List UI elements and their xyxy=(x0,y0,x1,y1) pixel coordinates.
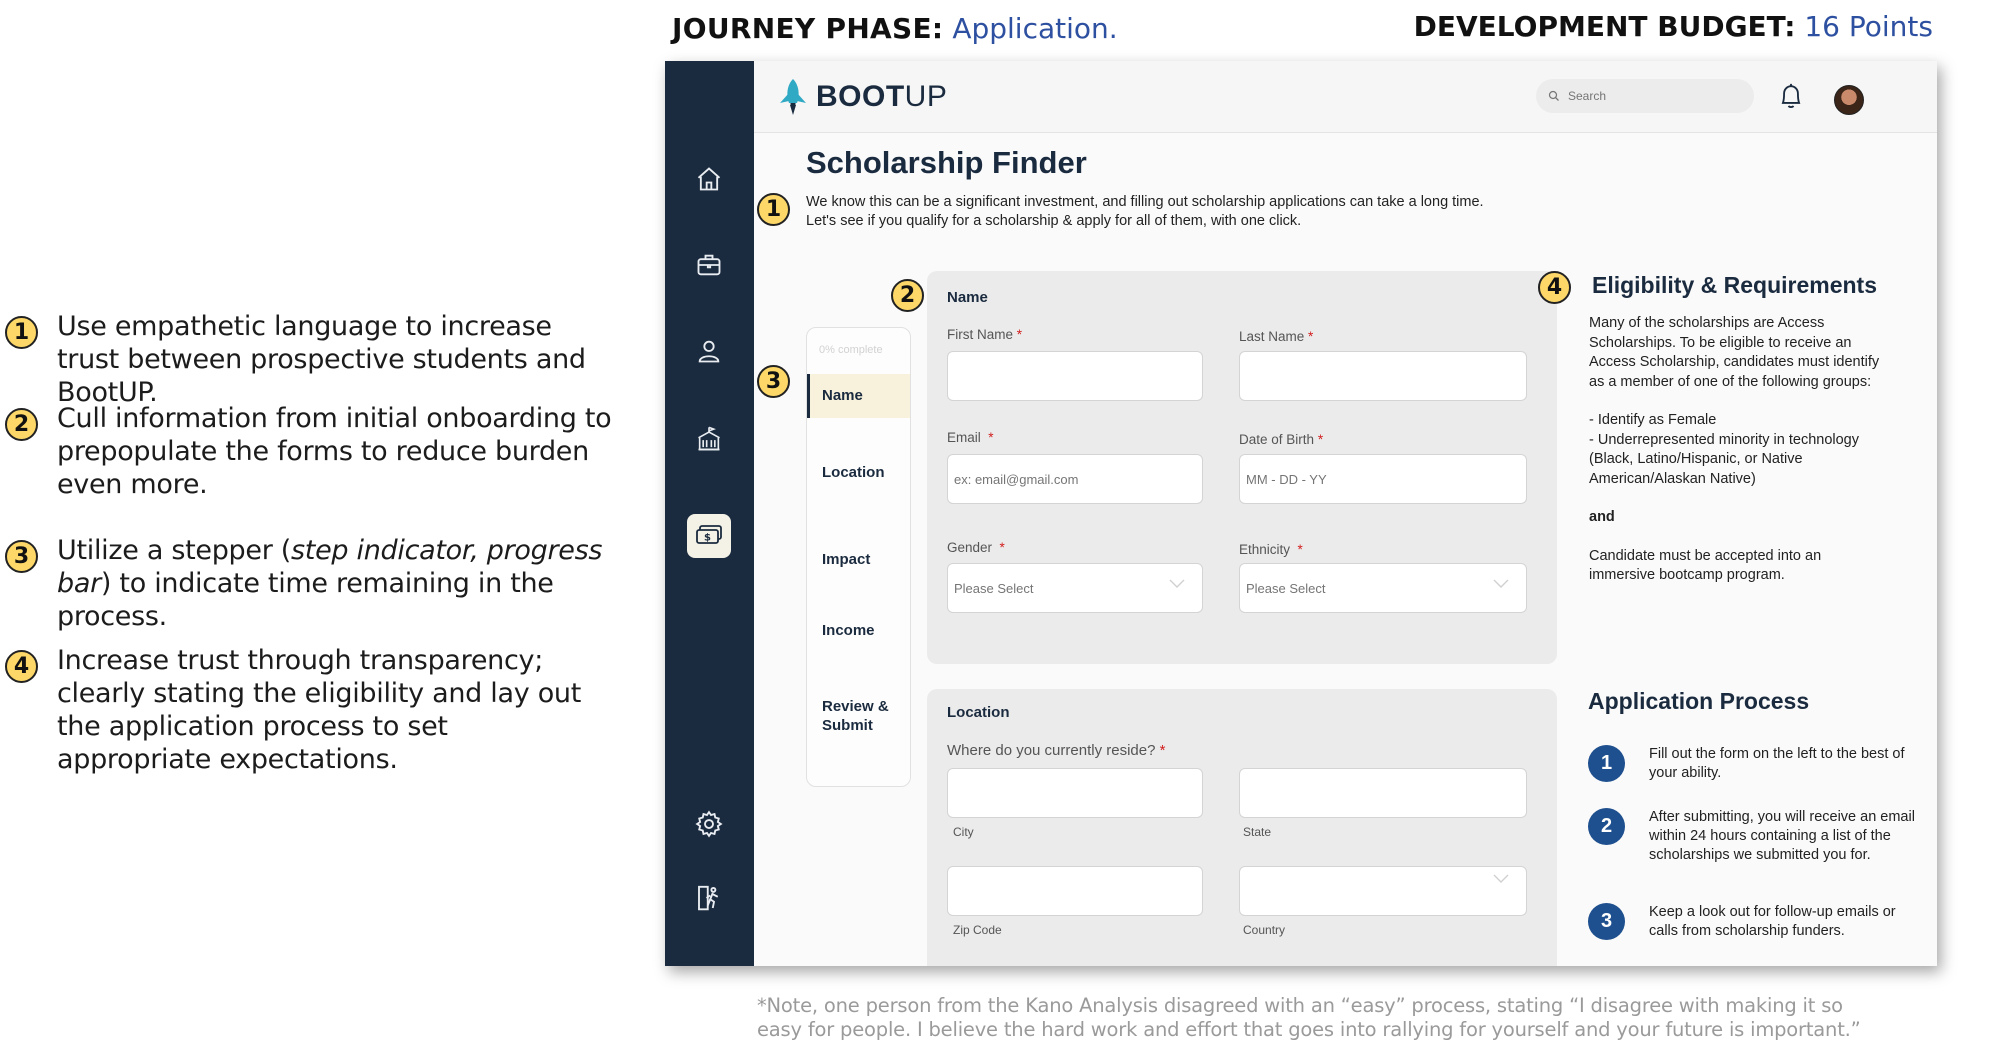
search-icon xyxy=(1548,90,1559,101)
panel-title: Name xyxy=(947,289,988,306)
eligibility-intro: Many of the scholarships are Access Scho… xyxy=(1589,315,1880,390)
school-icon[interactable] xyxy=(687,417,731,461)
side-nav-rail: $ xyxy=(665,61,754,966)
country-select[interactable] xyxy=(1239,866,1527,916)
note-text: Utilize a stepper (step indicator, progr… xyxy=(57,535,603,632)
note-badge: 2 xyxy=(5,408,38,441)
eligibility-title: Eligibility & Requirements xyxy=(1592,272,1877,298)
step-location[interactable]: Location xyxy=(807,464,910,481)
ethnicity-select-input[interactable] xyxy=(1239,563,1527,613)
user-icon[interactable] xyxy=(687,329,731,373)
gender-label: Gender * xyxy=(947,540,1005,555)
note-3: 3 Utilize a stepper (step indicator, pro… xyxy=(5,534,632,633)
search-bar[interactable] xyxy=(1536,79,1754,113)
eligibility-body: Many of the scholarships are Access Scho… xyxy=(1589,314,1889,605)
journey-phase: JOURNEY PHASE: Application. xyxy=(672,12,1118,45)
eligibility-item: - Underrepresented minority in technolog… xyxy=(1589,431,1859,487)
dob-field[interactable] xyxy=(1239,454,1527,504)
note-badge: 3 xyxy=(5,540,38,573)
eligibility-closing: Candidate must be accepted into an immer… xyxy=(1589,547,1822,584)
city-field[interactable] xyxy=(947,768,1203,818)
city-label: City xyxy=(953,825,974,839)
process-step-number: 3 xyxy=(1588,903,1625,940)
footnote: *Note, one person from the Kano Analysis… xyxy=(757,994,1861,1041)
ethnicity-label: Ethnicity * xyxy=(1239,542,1303,557)
first-name-label: First Name * xyxy=(947,327,1023,342)
briefcase-icon[interactable] xyxy=(687,243,731,287)
residence-question: Where do you currently reside? * xyxy=(947,742,1166,759)
step-impact[interactable]: Impact xyxy=(807,551,910,568)
top-bar: BOOTUP xyxy=(754,61,1937,133)
eligibility-and: and xyxy=(1589,509,1615,525)
settings-icon[interactable] xyxy=(687,802,731,846)
svg-text:$: $ xyxy=(704,533,711,544)
gender-select-input[interactable] xyxy=(947,563,1203,613)
step-review-submit[interactable]: Review & Submit xyxy=(807,697,897,735)
state-field[interactable] xyxy=(1239,768,1527,818)
app-screen: $ BOOTUP Scholarship xyxy=(665,61,1937,966)
name-form-panel: 2 Name First Name * Last Name * Email * … xyxy=(891,271,1557,664)
rocket-logo-icon xyxy=(780,79,806,115)
development-budget: DEVELOPMENT BUDGET: 16 Points xyxy=(1414,10,1933,43)
zip-code-label: Zip Code xyxy=(953,923,1002,937)
email-label: Email * xyxy=(947,430,994,445)
page-title: Scholarship Finder xyxy=(806,145,1087,180)
process-step-number: 2 xyxy=(1588,808,1625,845)
development-budget-label: DEVELOPMENT BUDGET: xyxy=(1413,10,1796,43)
country-label: Country xyxy=(1243,923,1286,937)
note-text: Cull information from initial onboarding… xyxy=(57,403,612,500)
bell-icon[interactable] xyxy=(1777,81,1805,116)
process-step-text: Fill out the form on the left to the bes… xyxy=(1649,746,1905,781)
step-name[interactable]: Name xyxy=(807,374,910,418)
journey-phase-label: JOURNEY PHASE: xyxy=(672,12,944,45)
annotation-badge-2: 2 xyxy=(891,279,924,312)
annotation-badge-3: 3 xyxy=(757,365,790,398)
annotation-badge-1: 1 xyxy=(757,193,790,226)
process-step-text: After submitting, you will receive an em… xyxy=(1649,809,1915,863)
eligibility-item: - Identify as Female xyxy=(1589,412,1717,428)
exit-icon[interactable] xyxy=(687,876,731,920)
process-step-text: Keep a look out for follow-up emails or … xyxy=(1649,904,1896,939)
note-badge: 4 xyxy=(5,650,38,683)
money-icon[interactable]: $ xyxy=(687,514,731,558)
logo-wordmark: BOOTUP xyxy=(816,80,948,113)
journey-phase-value: Application. xyxy=(952,12,1118,45)
country-select-input[interactable] xyxy=(1239,866,1527,916)
progress-stepper: 0% complete Name Location Impact Income … xyxy=(806,327,911,787)
chevron-down-icon xyxy=(1493,579,1509,588)
step-income[interactable]: Income xyxy=(807,622,910,639)
zip-code-field[interactable] xyxy=(947,866,1203,916)
note-text: Increase trust through transparency; cle… xyxy=(57,645,582,775)
ethnicity-select[interactable] xyxy=(1239,563,1527,613)
avatar[interactable] xyxy=(1834,85,1864,115)
bootup-logo[interactable]: BOOTUP xyxy=(776,77,947,117)
panel-title: Location xyxy=(947,704,1010,721)
note-1: 1 Use empathetic language to increase tr… xyxy=(5,310,612,409)
note-text: Use empathetic language to increase trus… xyxy=(57,311,586,408)
process-step-number: 1 xyxy=(1588,745,1625,782)
first-name-field[interactable] xyxy=(947,351,1203,401)
dob-label: Date of Birth * xyxy=(1239,432,1324,447)
note-2: 2 Cull information from initial onboardi… xyxy=(5,402,622,501)
application-process-title: Application Process xyxy=(1588,688,1810,714)
intro-text: We know this can be a significant invest… xyxy=(806,194,1484,229)
home-icon[interactable] xyxy=(687,157,731,201)
note-4: 4 Increase trust through transparency; c… xyxy=(5,644,602,776)
gender-select[interactable] xyxy=(947,563,1203,613)
location-form-panel: Location Where do you currently reside? … xyxy=(927,689,1557,966)
search-input[interactable] xyxy=(1568,89,1738,103)
progress-percent: 0% complete xyxy=(819,344,883,356)
chevron-down-icon xyxy=(1493,874,1509,883)
email-field[interactable] xyxy=(947,454,1203,504)
chevron-down-icon xyxy=(1169,579,1185,588)
last-name-label: Last Name * xyxy=(1239,329,1314,344)
last-name-field[interactable] xyxy=(1239,351,1527,401)
development-budget-value: 16 Points xyxy=(1804,10,1933,43)
annotation-badge-4: 4 xyxy=(1538,271,1571,304)
state-label: State xyxy=(1243,825,1272,839)
note-badge: 1 xyxy=(5,316,38,349)
